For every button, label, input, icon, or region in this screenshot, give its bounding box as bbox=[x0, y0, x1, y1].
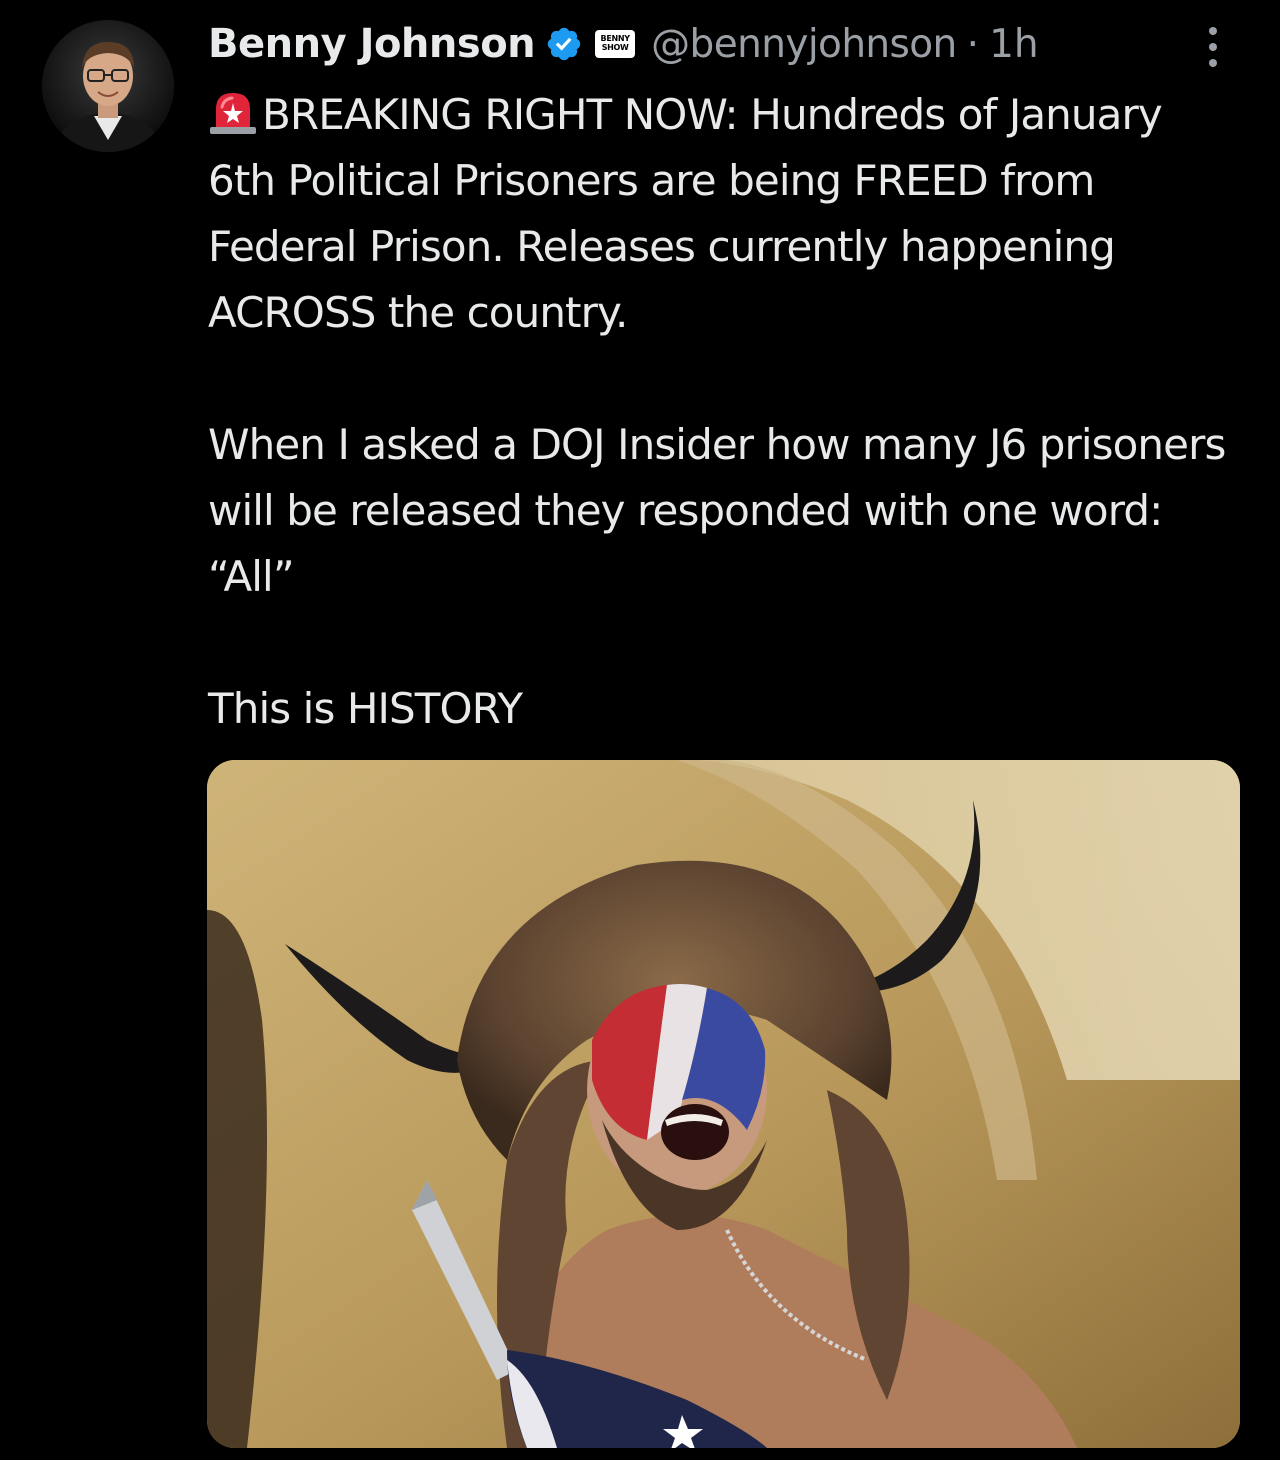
tweet-text: BREAKING RIGHT NOW: Hundreds of January … bbox=[208, 82, 1228, 742]
verified-checkmark-icon[interactable] bbox=[545, 25, 583, 63]
author-handle[interactable]: @bennyjohnson bbox=[651, 22, 957, 67]
police-siren-emoji-icon bbox=[208, 88, 258, 134]
tweet-media-photo[interactable] bbox=[207, 760, 1240, 1448]
tweet-text-line-1: BREAKING RIGHT NOW: Hundreds of January … bbox=[208, 90, 1163, 337]
affiliate-badge-line2: SHOW bbox=[601, 43, 629, 52]
header-separator: · bbox=[966, 21, 980, 67]
tweet-paragraph-3: This is HISTORY bbox=[208, 684, 523, 733]
tweet-header: Benny Johnson BENNY SHOW @bennyjohnson ·… bbox=[208, 14, 1039, 74]
tweet[interactable]: Benny Johnson BENNY SHOW @bennyjohnson ·… bbox=[0, 0, 1280, 1460]
author-display-name[interactable]: Benny Johnson bbox=[208, 21, 536, 67]
affiliate-badge-line1: BENNY bbox=[600, 34, 631, 43]
tweet-paragraph-2: When I asked a DOJ Insider how many J6 p… bbox=[208, 420, 1226, 601]
tweet-paragraph-1: BREAKING RIGHT NOW: Hundreds of January … bbox=[208, 82, 1228, 346]
more-vertical-icon[interactable] bbox=[1198, 24, 1228, 72]
affiliate-badge-icon[interactable]: BENNY SHOW bbox=[595, 30, 636, 58]
tweet-timestamp[interactable]: 1h bbox=[989, 22, 1039, 67]
author-avatar[interactable] bbox=[42, 20, 174, 152]
